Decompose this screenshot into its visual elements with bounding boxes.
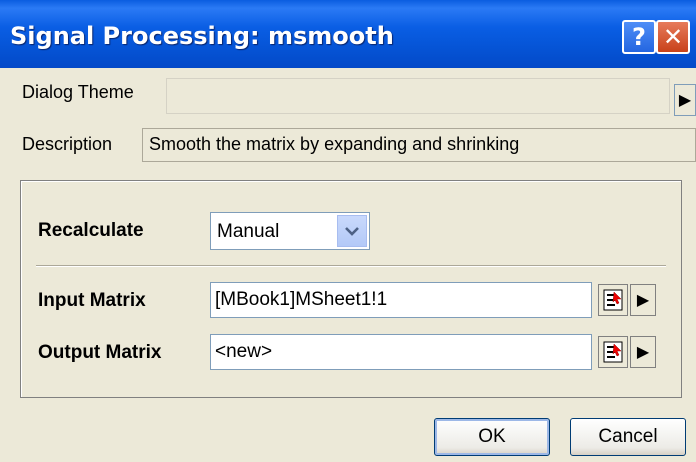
input-matrix-picker-button[interactable]: [598, 284, 628, 316]
select-range-icon: [603, 341, 623, 363]
dialog-theme-field[interactable]: [166, 78, 670, 114]
close-button[interactable]: ✕: [656, 20, 690, 54]
recalculate-label: Recalculate: [38, 220, 144, 241]
output-matrix-label: Output Matrix: [38, 342, 162, 363]
window-title: Signal Processing: msmooth: [10, 22, 394, 50]
close-icon: ✕: [662, 23, 684, 51]
output-matrix-field[interactable]: <new>: [210, 334, 592, 370]
dialog-theme-label: Dialog Theme: [22, 82, 134, 102]
arrow-right-icon: ▶: [636, 292, 650, 309]
help-icon: ?: [632, 23, 646, 51]
arrow-right-icon: ▶: [678, 92, 692, 109]
description-field: Smooth the matrix by expanding and shrin…: [142, 128, 696, 162]
input-matrix-label: Input Matrix: [38, 290, 146, 311]
ok-button[interactable]: OK: [434, 418, 550, 456]
arrow-right-icon: ▶: [636, 344, 650, 361]
dialog-window: Signal Processing: msmooth ? ✕ Dialog Th…: [0, 0, 696, 462]
recalculate-select[interactable]: Manual: [210, 212, 370, 250]
dialog-theme-menu-button[interactable]: ▶: [674, 84, 696, 116]
output-matrix-menu-button[interactable]: ▶: [630, 336, 656, 368]
help-button[interactable]: ?: [622, 20, 656, 54]
title-bar[interactable]: Signal Processing: msmooth ? ✕: [0, 0, 696, 68]
select-range-icon: [603, 289, 623, 311]
input-matrix-field[interactable]: [MBook1]MSheet1!1: [210, 282, 592, 318]
cancel-button[interactable]: Cancel: [570, 418, 686, 456]
separator: [36, 265, 666, 267]
recalculate-value: Manual: [217, 221, 280, 242]
chevron-down-icon[interactable]: [337, 215, 367, 247]
output-matrix-picker-button[interactable]: [598, 336, 628, 368]
description-label: Description: [22, 134, 113, 154]
input-matrix-menu-button[interactable]: ▶: [630, 284, 656, 316]
